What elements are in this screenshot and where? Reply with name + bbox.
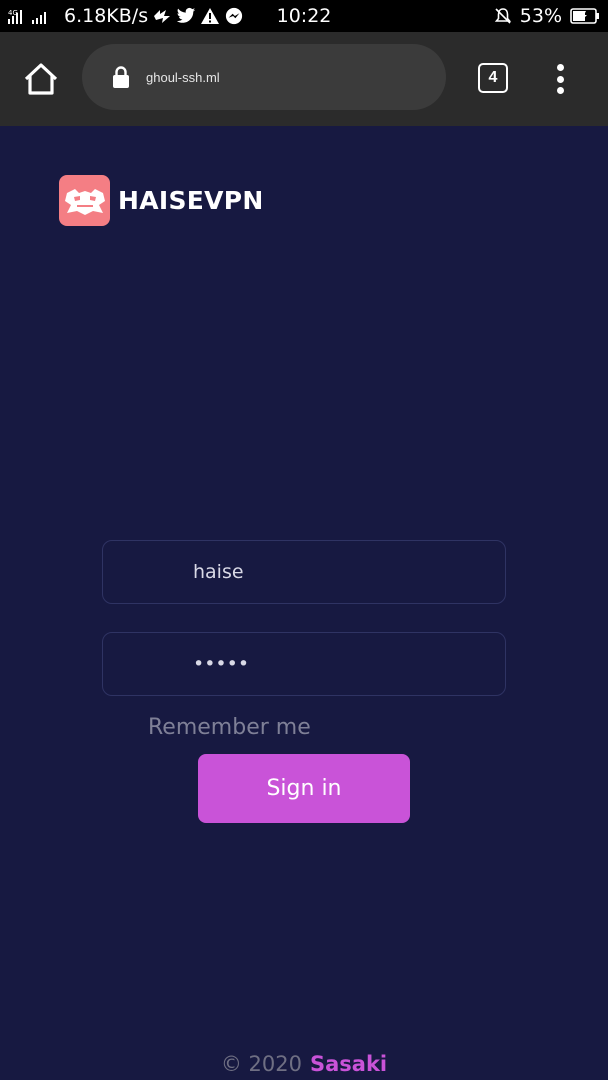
- warning-icon: [200, 7, 220, 25]
- username-field[interactable]: [102, 540, 506, 604]
- url-text: ghoul-ssh.ml: [146, 69, 220, 85]
- data-saver-icon: [152, 7, 172, 25]
- home-icon: [24, 63, 58, 95]
- address-bar[interactable]: ghoul-ssh.ml: [82, 44, 446, 110]
- overflow-menu-button[interactable]: [551, 62, 569, 96]
- sign-in-button[interactable]: Sign in: [198, 754, 410, 823]
- home-button[interactable]: [22, 60, 60, 98]
- twitter-icon: [176, 7, 196, 25]
- signal-icon: 4G: [8, 7, 60, 25]
- status-right: 53%: [494, 5, 600, 27]
- battery-icon: [570, 8, 600, 24]
- copyright-text: © 2020: [220, 1052, 302, 1076]
- tab-switcher-button[interactable]: 4: [478, 63, 508, 93]
- lock-icon: [113, 66, 129, 88]
- password-field[interactable]: •••••: [102, 632, 506, 696]
- remember-me-label[interactable]: Remember me: [148, 715, 311, 740]
- mute-bell-icon: [494, 7, 512, 25]
- menu-dot-icon: [556, 64, 564, 71]
- status-left: 4G 6.18KB/s: [8, 5, 258, 27]
- menu-dot-icon: [556, 75, 564, 83]
- author-link[interactable]: Sasaki: [310, 1052, 387, 1076]
- messenger-icon: [224, 7, 244, 25]
- footer: © 2020 Sasaki: [0, 1052, 608, 1076]
- brand-logo: [59, 175, 110, 226]
- status-bar: 4G 6.18KB/s 10:22 53%: [0, 0, 608, 32]
- network-speed: 6.18KB/s: [64, 5, 149, 27]
- brand[interactable]: HAISEVPN: [59, 175, 264, 226]
- browser-toolbar: ghoul-ssh.ml 4: [0, 32, 608, 126]
- tab-count: 4: [488, 69, 498, 86]
- username-input[interactable]: [193, 561, 473, 583]
- password-input[interactable]: •••••: [193, 653, 249, 675]
- brand-name: HAISEVPN: [118, 186, 264, 215]
- ghoul-mask-icon: [64, 188, 105, 215]
- battery-percent: 53%: [519, 5, 562, 27]
- login-page: HAISEVPN ••••• Remember me Sign in © 202…: [0, 126, 608, 1080]
- menu-dot-icon: [556, 87, 564, 94]
